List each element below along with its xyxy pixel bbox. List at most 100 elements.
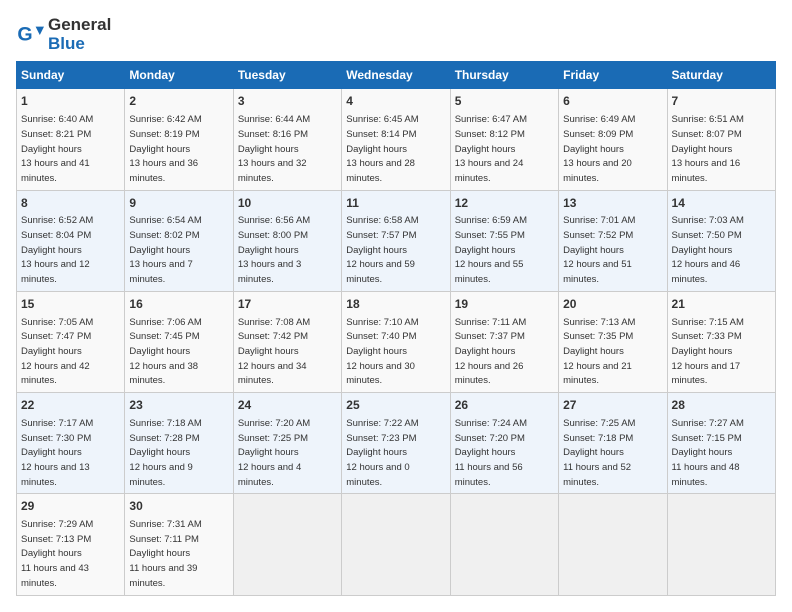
calendar-cell: 25 Sunrise: 7:22 AMSunset: 7:23 PMDayligh… <box>342 393 450 494</box>
weekday-header-wednesday: Wednesday <box>342 62 450 89</box>
day-number: 21 <box>672 296 771 313</box>
weekday-header-sunday: Sunday <box>17 62 125 89</box>
day-info: Sunrise: 7:18 AMSunset: 7:28 PMDaylight … <box>129 418 201 488</box>
day-number: 3 <box>238 93 337 110</box>
day-number: 10 <box>238 195 337 212</box>
day-number: 14 <box>672 195 771 212</box>
calendar-cell: 7 Sunrise: 6:51 AMSunset: 8:07 PMDaylight… <box>667 89 775 190</box>
day-number: 27 <box>563 397 662 414</box>
calendar-table: SundayMondayTuesdayWednesdayThursdayFrid… <box>16 61 776 595</box>
day-info: Sunrise: 6:40 AMSunset: 8:21 PMDaylight … <box>21 114 93 184</box>
day-number: 13 <box>563 195 662 212</box>
day-info: Sunrise: 7:15 AMSunset: 7:33 PMDaylight … <box>672 317 744 387</box>
day-number: 20 <box>563 296 662 313</box>
calendar-cell: 22 Sunrise: 7:17 AMSunset: 7:30 PMDayligh… <box>17 393 125 494</box>
calendar-cell: 10 Sunrise: 6:56 AMSunset: 8:00 PMDayligh… <box>233 190 341 291</box>
calendar-cell: 15 Sunrise: 7:05 AMSunset: 7:47 PMDayligh… <box>17 291 125 392</box>
day-info: Sunrise: 6:54 AMSunset: 8:02 PMDaylight … <box>129 215 201 285</box>
calendar-cell: 18 Sunrise: 7:10 AMSunset: 7:40 PMDayligh… <box>342 291 450 392</box>
day-number: 22 <box>21 397 120 414</box>
calendar-cell <box>342 494 450 595</box>
page-header: G General Blue <box>16 16 776 53</box>
day-info: Sunrise: 6:47 AMSunset: 8:12 PMDaylight … <box>455 114 527 184</box>
weekday-header-thursday: Thursday <box>450 62 558 89</box>
weekday-header-monday: Monday <box>125 62 233 89</box>
day-info: Sunrise: 7:06 AMSunset: 7:45 PMDaylight … <box>129 317 201 387</box>
day-number: 6 <box>563 93 662 110</box>
calendar-cell: 19Sunrise: 7:11 AMSunset: 7:37 PMDayligh… <box>450 291 558 392</box>
day-info: Sunrise: 7:25 AMSunset: 7:18 PMDaylight … <box>563 418 635 488</box>
day-info: Sunrise: 7:31 AMSunset: 7:11 PMDaylight … <box>129 519 201 589</box>
calendar-cell: 2 Sunrise: 6:42 AMSunset: 8:19 PMDaylight… <box>125 89 233 190</box>
calendar-cell: 12 Sunrise: 6:59 AMSunset: 7:55 PMDayligh… <box>450 190 558 291</box>
calendar-cell: 1 Sunrise: 6:40 AMSunset: 8:21 PMDaylight… <box>17 89 125 190</box>
day-info: Sunrise: 7:03 AMSunset: 7:50 PMDaylight … <box>672 215 744 285</box>
day-info: Sunrise: 6:42 AMSunset: 8:19 PMDaylight … <box>129 114 201 184</box>
day-info: Sunrise: 6:44 AMSunset: 8:16 PMDaylight … <box>238 114 310 184</box>
day-info: Sunrise: 6:58 AMSunset: 7:57 PMDaylight … <box>346 215 418 285</box>
calendar-cell <box>233 494 341 595</box>
day-number: 12 <box>455 195 554 212</box>
day-info: Sunrise: 7:05 AMSunset: 7:47 PMDaylight … <box>21 317 93 387</box>
day-number: 9 <box>129 195 228 212</box>
calendar-cell: 27 Sunrise: 7:25 AMSunset: 7:18 PMDayligh… <box>559 393 667 494</box>
day-number: 29 <box>21 498 120 515</box>
day-number: 8 <box>21 195 120 212</box>
day-number: 24 <box>238 397 337 414</box>
day-info: Sunrise: 7:22 AMSunset: 7:23 PMDaylight … <box>346 418 418 488</box>
calendar-cell: 16Sunrise: 7:06 AMSunset: 7:45 PMDayligh… <box>125 291 233 392</box>
day-info: Sunrise: 7:17 AMSunset: 7:30 PMDaylight … <box>21 418 93 488</box>
day-number: 1 <box>21 93 120 110</box>
day-number: 28 <box>672 397 771 414</box>
day-info: Sunrise: 6:56 AMSunset: 8:00 PMDaylight … <box>238 215 310 285</box>
day-number: 30 <box>129 498 228 515</box>
logo: G General Blue <box>16 16 111 53</box>
day-info: Sunrise: 7:01 AMSunset: 7:52 PMDaylight … <box>563 215 635 285</box>
calendar-cell: 5Sunrise: 6:47 AMSunset: 8:12 PMDaylight… <box>450 89 558 190</box>
day-info: Sunrise: 7:29 AMSunset: 7:13 PMDaylight … <box>21 519 93 589</box>
day-number: 26 <box>455 397 554 414</box>
day-info: Sunrise: 7:13 AMSunset: 7:35 PMDaylight … <box>563 317 635 387</box>
calendar-cell: 23 Sunrise: 7:18 AMSunset: 7:28 PMDayligh… <box>125 393 233 494</box>
day-number: 25 <box>346 397 445 414</box>
day-info: Sunrise: 7:11 AMSunset: 7:37 PMDaylight … <box>455 317 527 387</box>
calendar-cell: 9 Sunrise: 6:54 AMSunset: 8:02 PMDaylight… <box>125 190 233 291</box>
calendar-cell: 3 Sunrise: 6:44 AMSunset: 8:16 PMDaylight… <box>233 89 341 190</box>
calendar-cell: 14 Sunrise: 7:03 AMSunset: 7:50 PMDayligh… <box>667 190 775 291</box>
calendar-cell <box>667 494 775 595</box>
day-info: Sunrise: 6:59 AMSunset: 7:55 PMDaylight … <box>455 215 527 285</box>
calendar-cell: 29 Sunrise: 7:29 AMSunset: 7:13 PMDayligh… <box>17 494 125 595</box>
calendar-cell: 4Sunrise: 6:45 AMSunset: 8:14 PMDaylight… <box>342 89 450 190</box>
day-info: Sunrise: 7:20 AMSunset: 7:25 PMDaylight … <box>238 418 310 488</box>
day-info: Sunrise: 6:49 AMSunset: 8:09 PMDaylight … <box>563 114 635 184</box>
day-info: Sunrise: 7:27 AMSunset: 7:15 PMDaylight … <box>672 418 744 488</box>
svg-text:G: G <box>17 23 32 45</box>
weekday-header-friday: Friday <box>559 62 667 89</box>
day-number: 15 <box>21 296 120 313</box>
calendar-cell: 24 Sunrise: 7:20 AMSunset: 7:25 PMDayligh… <box>233 393 341 494</box>
calendar-cell: 17Sunrise: 7:08 AMSunset: 7:42 PMDayligh… <box>233 291 341 392</box>
calendar-cell: 6 Sunrise: 6:49 AMSunset: 8:09 PMDaylight… <box>559 89 667 190</box>
calendar-cell: 30 Sunrise: 7:31 AMSunset: 7:11 PMDayligh… <box>125 494 233 595</box>
logo-text-blue: Blue <box>48 35 111 54</box>
day-number: 11 <box>346 195 445 212</box>
day-number: 18 <box>346 296 445 313</box>
calendar-cell: 26 Sunrise: 7:24 AMSunset: 7:20 PMDayligh… <box>450 393 558 494</box>
day-info: Sunrise: 6:51 AMSunset: 8:07 PMDaylight … <box>672 114 744 184</box>
day-info: Sunrise: 7:24 AMSunset: 7:20 PMDaylight … <box>455 418 527 488</box>
calendar-cell: 13 Sunrise: 7:01 AMSunset: 7:52 PMDayligh… <box>559 190 667 291</box>
calendar-cell: 11 Sunrise: 6:58 AMSunset: 7:57 PMDayligh… <box>342 190 450 291</box>
day-number: 2 <box>129 93 228 110</box>
day-info: Sunrise: 7:08 AMSunset: 7:42 PMDaylight … <box>238 317 310 387</box>
day-number: 23 <box>129 397 228 414</box>
day-info: Sunrise: 6:52 AMSunset: 8:04 PMDaylight … <box>21 215 93 285</box>
day-info: Sunrise: 7:10 AMSunset: 7:40 PMDaylight … <box>346 317 418 387</box>
day-info: Sunrise: 6:45 AMSunset: 8:14 PMDaylight … <box>346 114 418 184</box>
weekday-header-tuesday: Tuesday <box>233 62 341 89</box>
logo-text-general: General <box>48 15 111 34</box>
day-number: 7 <box>672 93 771 110</box>
calendar-cell: 21 Sunrise: 7:15 AMSunset: 7:33 PMDayligh… <box>667 291 775 392</box>
calendar-cell <box>450 494 558 595</box>
calendar-cell: 8 Sunrise: 6:52 AMSunset: 8:04 PMDaylight… <box>17 190 125 291</box>
logo-icon: G <box>16 21 44 49</box>
